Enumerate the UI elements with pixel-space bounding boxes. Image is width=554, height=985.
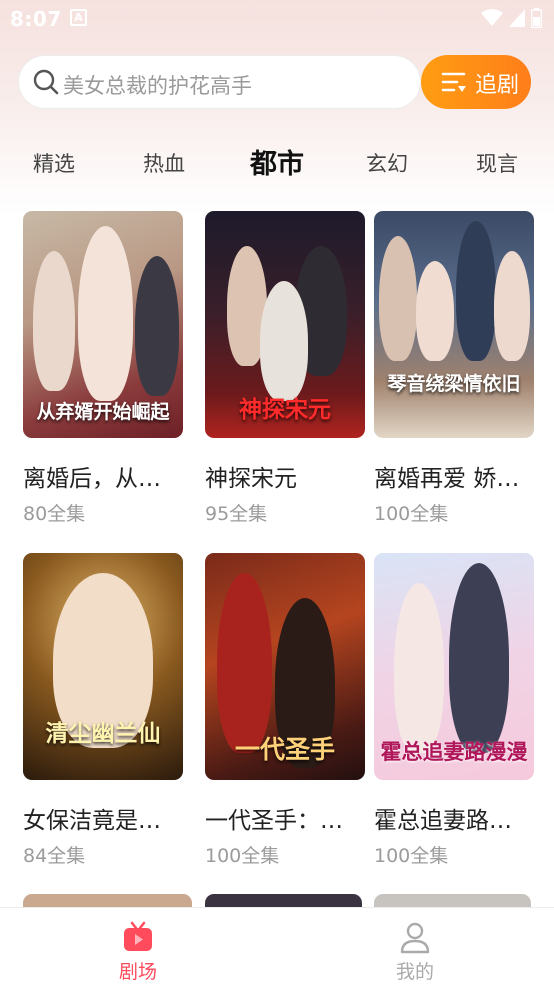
tab-featured[interactable]: 精选 (33, 148, 75, 178)
drama-episodes: 80全集 (23, 503, 86, 525)
nav-mine[interactable]: 我的 (375, 920, 455, 984)
cover-figure (456, 221, 496, 361)
cover-figure (260, 281, 308, 401)
cover-figure (78, 226, 133, 401)
drama-episodes: 84全集 (23, 845, 86, 867)
tab-action[interactable]: 热血 (143, 148, 185, 178)
user-icon (400, 922, 430, 954)
drama-episodes: 100全集 (205, 845, 280, 867)
drama-cover-partial[interactable] (374, 894, 531, 908)
drama-title: 神探宋元 (205, 466, 297, 492)
wifi-icon (481, 9, 503, 26)
list-icon (441, 72, 466, 92)
drama-cover: 清尘幽兰仙 (23, 553, 183, 780)
cover-figure (135, 256, 179, 396)
cover-title: 霍总追妻路漫漫 (380, 739, 528, 764)
nav-mine-label: 我的 (395, 961, 434, 983)
nav-theater[interactable]: 剧场 (98, 920, 178, 984)
drama-cover-partial[interactable] (23, 894, 192, 908)
follow-drama-button[interactable]: 追剧 (421, 55, 531, 109)
search-icon (33, 69, 59, 95)
drama-episodes: 100全集 (374, 503, 449, 525)
tab-urban[interactable]: 都市 (250, 142, 304, 181)
drama-title: 离婚后，从弃婿开始崛起 (23, 466, 183, 492)
drama-title: 女保洁竟是清尘幽兰仙 (23, 808, 183, 834)
category-tabs: 精选 热血 都市 玄幻 现言 (0, 140, 554, 184)
nav-theater-label: 剧场 (118, 961, 157, 983)
cover-figure (394, 583, 444, 753)
cover-title: 神探宋元 (239, 396, 331, 423)
tab-romance[interactable]: 现言 (476, 148, 518, 178)
drama-cover: 神探宋元 (205, 211, 365, 438)
cover-figure (449, 563, 509, 753)
drama-cover: 霍总追妻路漫漫 (374, 553, 534, 780)
tab-fantasy[interactable]: 玄幻 (366, 148, 408, 178)
cover-figure (217, 573, 272, 753)
status-bar: 8:07 A (0, 0, 554, 38)
cover-figure (416, 261, 454, 361)
drama-title: 霍总追妻路漫漫 (374, 808, 534, 834)
drama-cover: 一代圣手 (205, 553, 365, 780)
cover-title: 琴音绕梁情依旧 (387, 373, 521, 395)
battery-icon (531, 8, 542, 28)
drama-cover: 从弃婿开始崛起 (23, 211, 183, 438)
cover-figure (494, 251, 530, 361)
search-bar[interactable]: 美女总裁的护花高手 (18, 55, 421, 109)
signal-icon (509, 9, 525, 27)
cover-figure (33, 251, 75, 391)
status-icons (481, 8, 542, 28)
drama-episodes: 100全集 (374, 845, 449, 867)
cover-title: 一代圣手 (234, 735, 335, 764)
cover-title: 从弃婿开始崛起 (36, 401, 170, 423)
search-placeholder: 美女总裁的护花高手 (63, 74, 252, 98)
drama-title: 一代圣手：神医 (205, 808, 365, 834)
follow-drama-label: 追剧 (475, 73, 520, 98)
notification-icon: A (70, 9, 87, 26)
cover-figure (379, 236, 417, 361)
cover-title: 清尘幽兰仙 (45, 720, 161, 747)
drama-cover: 琴音绕梁情依旧 (374, 211, 534, 438)
tv-icon (124, 921, 152, 951)
status-time: 8:07 (10, 7, 62, 31)
drama-title: 离婚再爱 娇妻别想逃 (374, 466, 534, 492)
bottom-nav: 剧场 我的 (0, 907, 554, 985)
drama-episodes: 95全集 (205, 503, 268, 525)
drama-cover-partial[interactable] (205, 894, 362, 908)
